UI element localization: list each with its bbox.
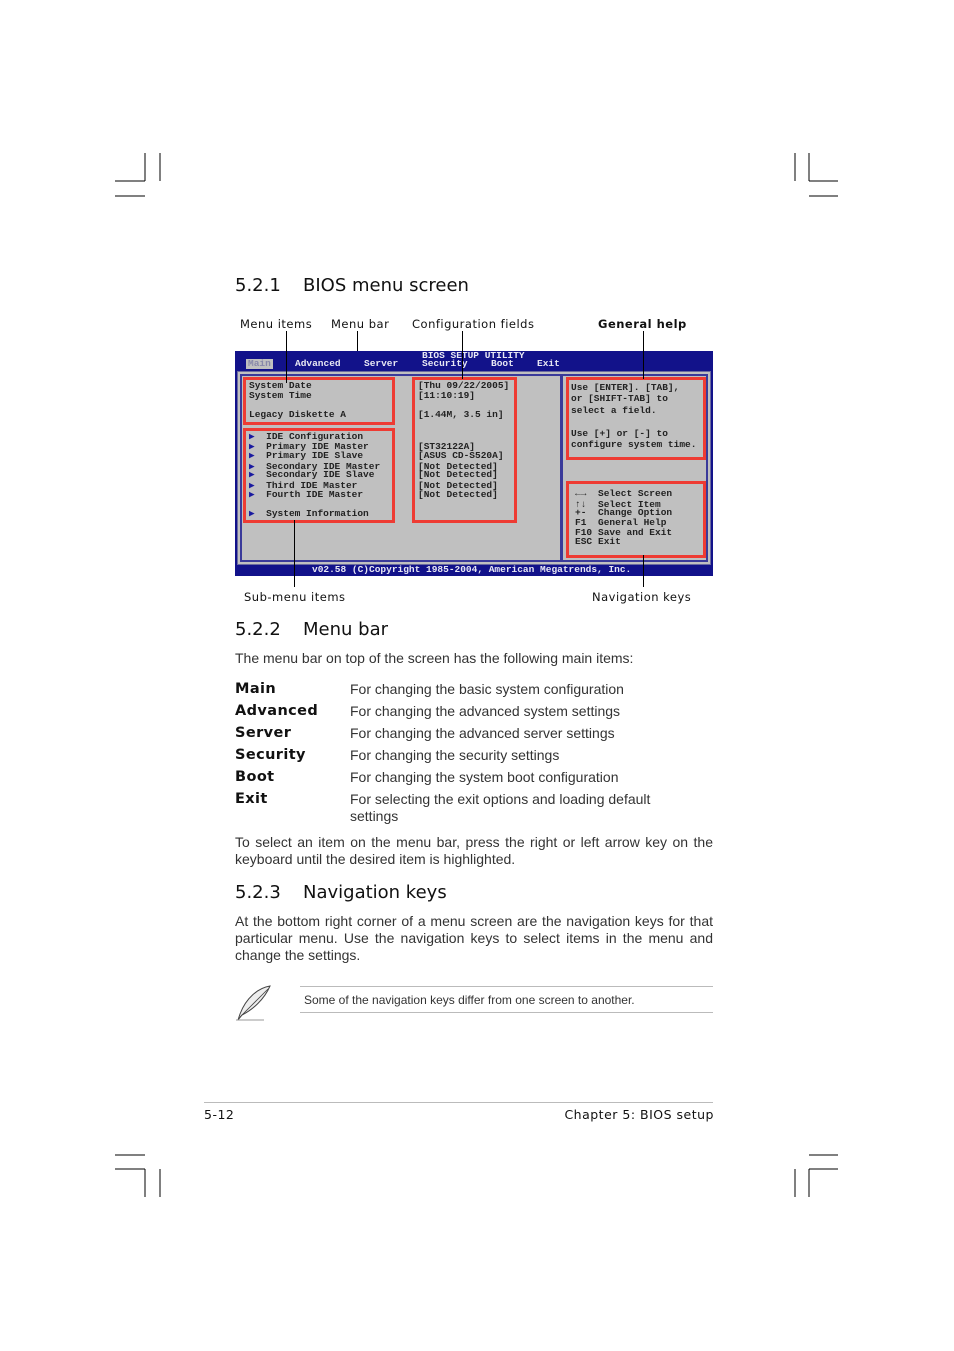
callout-general-help: General help [598, 317, 687, 331]
note-rule [300, 986, 713, 987]
footer-rule [204, 1102, 713, 1103]
menu-term: Security [235, 747, 306, 763]
callout-submenu-items: Sub-menu items [244, 590, 346, 604]
highlight-submenu-items [243, 428, 395, 523]
feather-pen-icon [236, 985, 271, 1021]
section-title: Menu bar [303, 619, 388, 640]
bios-menu-server: Server [364, 358, 399, 369]
bios-menu-advanced: Advanced [295, 358, 341, 369]
bios-footer: v02.58 (C)Copyright 1985-2004, American … [312, 564, 632, 575]
menu-term: Boot [235, 769, 275, 785]
section-title: BIOS menu screen [303, 275, 469, 296]
highlight-nav-keys [566, 481, 706, 558]
bios-menu-security: Security [422, 358, 468, 369]
bios-menu-boot: Boot [491, 358, 514, 369]
callout-menu-items: Menu items [240, 317, 313, 331]
menu-term: Main [235, 681, 277, 697]
menu-desc: For selecting the exit options and loadi… [350, 791, 651, 824]
note-rule [300, 1012, 713, 1013]
paragraph: The menu bar on top of the screen has th… [235, 650, 634, 666]
manual-page: 5.2.1 BIOS menu screen Menu items Menu b… [0, 0, 954, 1351]
menu-desc: For changing the system boot configurati… [350, 769, 619, 785]
callout-line [643, 555, 644, 587]
highlight-config-fields [412, 377, 517, 523]
menu-term: Exit [235, 791, 268, 807]
highlight-general-help [566, 377, 706, 460]
highlight-menu-items [243, 377, 395, 425]
menu-desc: For changing the basic system configurat… [350, 681, 624, 697]
bios-menu-exit: Exit [537, 358, 560, 369]
section-number: 5.2.3 [235, 882, 281, 903]
section-title: Navigation keys [303, 882, 447, 903]
crop-marks [115, 153, 838, 1197]
callout-nav-keys: Navigation keys [592, 590, 692, 604]
paragraph: At the bottom right corner of a menu scr… [235, 913, 713, 963]
callout-menu-bar: Menu bar [331, 317, 390, 331]
callout-line [462, 331, 463, 379]
bios-menu-main: Main [246, 358, 273, 369]
callout-line [286, 331, 287, 383]
callout-config-fields: Configuration fields [412, 317, 535, 331]
menu-term: Server [235, 725, 292, 741]
section-number: 5.2.1 [235, 275, 281, 296]
page-number: 5-12 [204, 1107, 235, 1122]
callout-line [294, 520, 295, 587]
note-text: Some of the navigation keys differ from … [304, 993, 635, 1007]
menu-desc: For changing the advanced server setting… [350, 725, 615, 741]
callout-line [643, 331, 644, 379]
menu-desc: For changing the security settings [350, 747, 560, 763]
menu-desc: For changing the advanced system setting… [350, 703, 621, 719]
callout-line [357, 331, 358, 351]
menu-term: Advanced [235, 703, 319, 719]
paragraph: To select an item on the menu bar, press… [235, 834, 713, 867]
bios-screenshot: BIOS SETUP UTILITY Main Advanced Server … [235, 351, 713, 576]
chapter-title: Chapter 5: BIOS setup [564, 1107, 714, 1122]
section-number: 5.2.2 [235, 619, 281, 640]
